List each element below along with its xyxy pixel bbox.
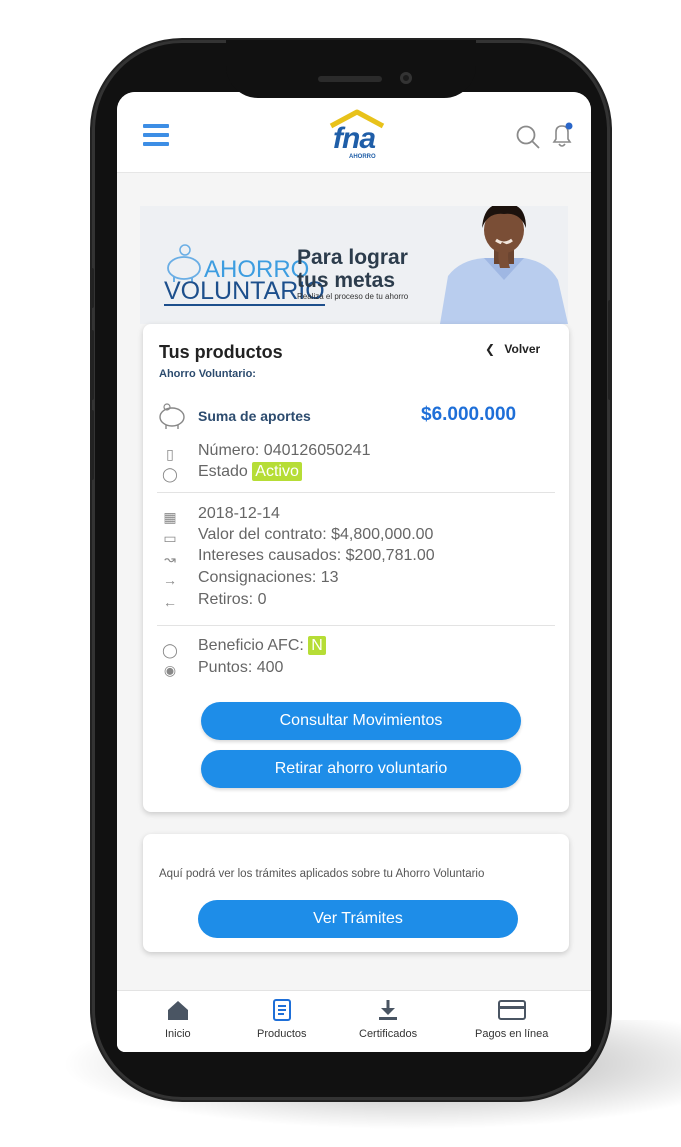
- account-number: Número: 040126050241: [198, 442, 371, 459]
- trend-icon: ↝: [164, 551, 176, 567]
- check-circle-icon: ◯: [162, 466, 178, 482]
- consult-movements-button[interactable]: Consultar Movimientos: [201, 702, 521, 740]
- nav-item-pagos[interactable]: Pagos en línea: [475, 999, 548, 1040]
- points-row: Puntos: 400: [198, 659, 284, 676]
- chevron-left-icon: ❮: [485, 342, 496, 356]
- app-header: fna AHORRO: [117, 92, 591, 173]
- side-button: [90, 410, 94, 480]
- back-button[interactable]: ❮ Volver: [485, 342, 540, 356]
- procedures-text: Aquí podrá ver los trámites aplicados so…: [159, 868, 485, 880]
- contract-value-row: Valor del contrato: $4,800,000.00: [198, 526, 434, 543]
- side-button: [608, 300, 612, 400]
- phone-notch: [226, 40, 476, 98]
- nav-item-inicio[interactable]: Inicio: [165, 999, 191, 1040]
- divider: [157, 492, 555, 493]
- status-badge: Activo: [252, 462, 302, 481]
- status-row: Estado Activo: [198, 462, 302, 481]
- speaker-grille: [318, 76, 382, 82]
- withdraw-savings-button[interactable]: Retirar ahorro voluntario: [201, 750, 521, 788]
- document-icon: [272, 999, 291, 1021]
- divider: [157, 625, 555, 626]
- bell-icon[interactable]: [549, 120, 575, 150]
- search-icon[interactable]: [515, 124, 541, 150]
- arrow-left-icon: ←: [163, 594, 177, 610]
- products-title: Tus productos: [159, 342, 283, 362]
- menu-icon[interactable]: [143, 124, 169, 148]
- side-button: [90, 330, 94, 400]
- calendar-icon: ▦: [163, 509, 177, 525]
- interest-row: Intereses causados: $200,781.00: [198, 547, 435, 564]
- piggy-bank-icon: [159, 403, 185, 429]
- nav-item-productos[interactable]: Productos: [257, 999, 307, 1040]
- bottom-navigation: Inicio Productos Certificados Pagos en l…: [117, 990, 591, 1052]
- banner-title: Para lograr tus metas: [297, 246, 408, 292]
- front-camera: [400, 72, 412, 84]
- view-procedures-button[interactable]: Ver Trámites: [198, 900, 518, 938]
- banner-subtitle: Realiza el proceso de tu ahorro: [297, 292, 409, 301]
- date-row: 2018-12-14: [198, 505, 280, 522]
- trophy-icon: ◉: [163, 662, 177, 678]
- woman-photo: [440, 206, 568, 324]
- check-circle-icon: ◯: [162, 642, 178, 658]
- fna-logo: fna AHORRO: [327, 108, 387, 164]
- home-icon: [167, 1001, 188, 1020]
- products-card: Tus productos Ahorro Voluntario: ❮ Volve…: [143, 324, 569, 812]
- withdrawals-row: Retiros: 0: [198, 591, 267, 608]
- procedures-card: Aquí podrá ver los trámites aplicados so…: [143, 834, 569, 952]
- sum-label: Suma de aportes: [198, 408, 311, 424]
- deposits-row: Consignaciones: 13: [198, 569, 339, 586]
- card-icon: [497, 1000, 526, 1020]
- afc-row: Beneficio AFC: N: [198, 636, 326, 655]
- arrow-right-icon: →: [163, 572, 177, 588]
- app-screen: fna AHORRO AHORRO VOLUNTARIO Para lograr…: [117, 92, 591, 1052]
- side-button: [90, 268, 94, 308]
- clipboard-icon: ▯: [166, 446, 174, 462]
- nav-item-certificados[interactable]: Certificados: [359, 999, 417, 1040]
- sum-value: $6.000.000: [421, 404, 517, 425]
- promo-banner[interactable]: AHORRO VOLUNTARIO Para lograr tus metas …: [140, 206, 568, 324]
- products-subtitle: Ahorro Voluntario:: [159, 368, 256, 380]
- download-icon: [379, 1000, 398, 1020]
- afc-badge: N: [308, 636, 326, 655]
- credit-card-icon: ▭: [163, 530, 177, 546]
